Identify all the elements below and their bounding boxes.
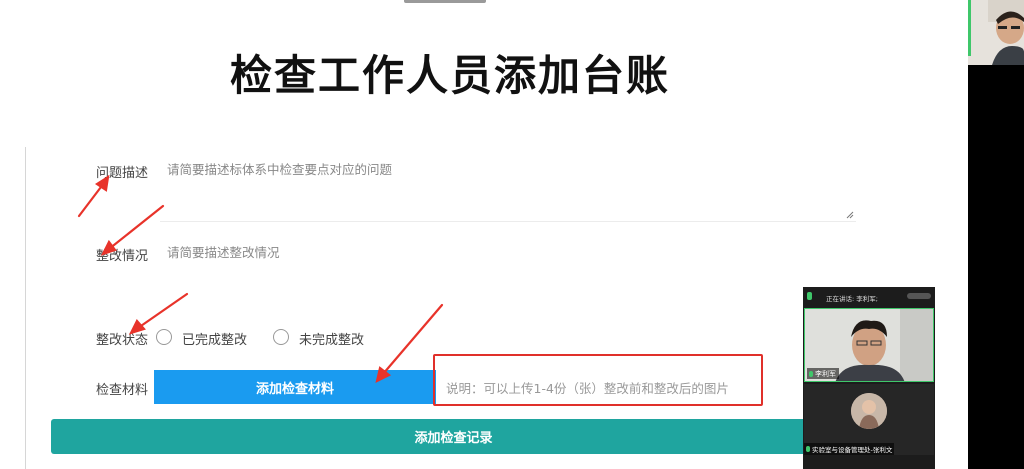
participant-1-label: 李利军 [807, 368, 839, 379]
participant-2-mic-icon [806, 446, 810, 452]
video-call-panel: 正在讲话: 李利军; 李利军 实验室与设备管理处-张利文 [803, 287, 935, 469]
avatar-image-icon [851, 393, 887, 429]
mic-icon [807, 292, 812, 300]
rectification-textarea[interactable] [167, 242, 787, 292]
add-record-button[interactable]: 添加检查记录 [51, 419, 856, 454]
annotation-arrow-3 [128, 292, 189, 335]
participant-2-avatar [851, 393, 887, 429]
participant-1-mic-icon [809, 370, 813, 377]
add-material-button[interactable]: 添加检查材料 [154, 370, 436, 404]
annotation-arrow-1 [77, 174, 110, 218]
materials-label: 检查材料 [96, 383, 149, 398]
window-top-handle [404, 0, 486, 3]
problem-description-textarea[interactable] [167, 159, 852, 217]
radio-not-completed[interactable] [273, 329, 289, 345]
annotation-highlight-box [433, 354, 763, 406]
participant-1-name: 李利军 [815, 369, 836, 378]
form-left-border [25, 147, 26, 469]
video-call-header: 正在讲话: 李利军; [803, 287, 935, 307]
presenter-thumbnail[interactable] [968, 0, 1024, 65]
video-strip-background [968, 65, 1024, 469]
active-speaker-border [968, 0, 971, 56]
resize-grip-icon[interactable] [846, 211, 854, 219]
radio-completed[interactable] [156, 329, 172, 345]
participant-video-1[interactable]: 李利军 [804, 308, 934, 382]
page-title: 检查工作人员添加台账 [229, 51, 670, 100]
rectification-label: 整改情况 [96, 249, 149, 264]
status-label: 整改状态 [96, 333, 149, 348]
radio-not-completed-label[interactable]: 未完成整改 [299, 329, 364, 348]
panel-controls[interactable] [907, 293, 931, 299]
speaking-indicator: 正在讲话: 李利军; [826, 295, 878, 303]
problem-description-label: 问题描述 [96, 166, 149, 181]
radio-completed-label[interactable]: 已完成整改 [182, 329, 247, 348]
participant-2-name: 实验室与设备管理处-张利文 [812, 446, 893, 454]
problem-description-underline [160, 221, 856, 222]
participant-2-label: 实验室与设备管理处-张利文 [804, 443, 895, 455]
presenter-figure-icon [968, 0, 1024, 65]
